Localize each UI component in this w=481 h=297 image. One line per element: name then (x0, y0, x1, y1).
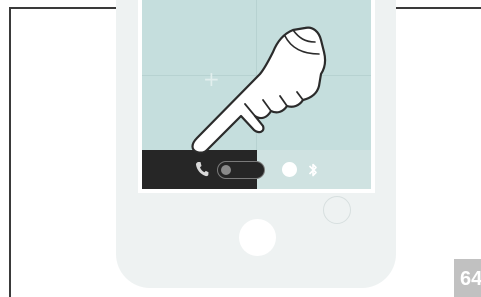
page-number: 64 (460, 268, 481, 290)
camera-icon (323, 196, 351, 224)
toggle-switch[interactable] (217, 161, 265, 179)
circle-toggle[interactable] (282, 162, 297, 177)
hand-pointer-icon (191, 26, 327, 154)
manual-page: + 64 (0, 0, 481, 297)
bluetooth-icon[interactable] (308, 161, 318, 179)
phone-icon[interactable] (195, 161, 209, 177)
frame-left-border (9, 7, 11, 297)
page-number-tab: 64 (454, 259, 481, 297)
home-button (239, 219, 276, 256)
toggle-knob (221, 165, 231, 175)
